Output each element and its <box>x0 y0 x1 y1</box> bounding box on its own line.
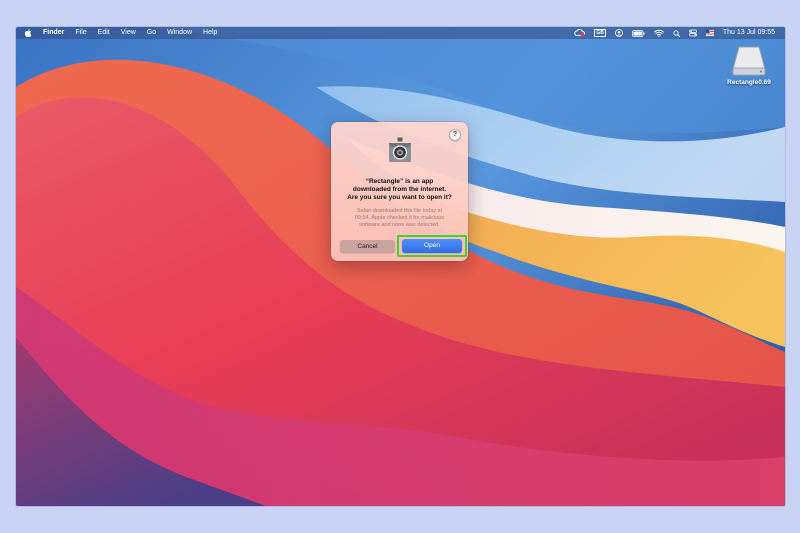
cancel-button[interactable]: Cancel <box>340 240 395 253</box>
help-button[interactable]: ? <box>449 129 461 141</box>
dialog-title-line: Are you sure you want to open it? <box>339 194 460 202</box>
dialog-info-line: software and none was detected. <box>343 222 456 229</box>
dialog-title: “Rectangle” is an app downloaded from th… <box>339 178 460 202</box>
menu-bar-clock[interactable]: Thu 13 Jul 09:55 <box>723 27 775 39</box>
keyboard-input-icon[interactable]: GB <box>594 29 606 37</box>
dialog-title-line: downloaded from the internet. <box>339 186 460 194</box>
wifi-icon[interactable] <box>654 29 664 37</box>
gatekeeper-open-dialog: ? “Rectangle” is an app downloaded from … <box>331 122 468 261</box>
control-center-icon[interactable] <box>689 29 697 37</box>
desktop-screen: Finder File Edit View Go Window Help GB <box>16 27 785 506</box>
flag-icon[interactable] <box>706 30 714 36</box>
creative-cloud-icon[interactable] <box>574 29 585 37</box>
desktop-disk-label: Rectangle0.69 <box>727 79 771 86</box>
dialog-info-text: Safari downloaded this file today at 09:… <box>343 208 456 229</box>
dialog-info-line: 09:54. Apple checked it for malicious <box>343 215 456 222</box>
battery-icon[interactable] <box>632 30 645 37</box>
big-sur-wallpaper <box>16 27 785 506</box>
gatekeeper-app-icon <box>385 134 415 164</box>
menu-bar: Finder File Edit View Go Window Help GB <box>16 27 785 39</box>
dialog-info-line: Safari downloaded this file today at <box>343 208 456 215</box>
user-account-icon[interactable] <box>615 29 623 37</box>
menu-window[interactable]: Window <box>167 27 192 39</box>
menu-help[interactable]: Help <box>203 27 217 39</box>
apple-icon[interactable] <box>25 29 35 37</box>
menu-bar-status-area: GB Thu 13 Jul 09:55 <box>565 27 775 39</box>
menu-view[interactable]: View <box>121 27 136 39</box>
desktop-disk-image-item[interactable]: Rectangle0.69 <box>722 46 776 86</box>
disk-image-icon <box>732 46 766 76</box>
menu-file[interactable]: File <box>75 27 86 39</box>
menu-app-finder[interactable]: Finder <box>43 27 64 39</box>
menu-go[interactable]: Go <box>147 27 156 39</box>
open-button[interactable]: Open <box>402 239 462 253</box>
menu-edit[interactable]: Edit <box>98 27 110 39</box>
spotlight-search-icon[interactable] <box>673 30 680 37</box>
dialog-title-line: “Rectangle” is an app <box>339 178 460 186</box>
